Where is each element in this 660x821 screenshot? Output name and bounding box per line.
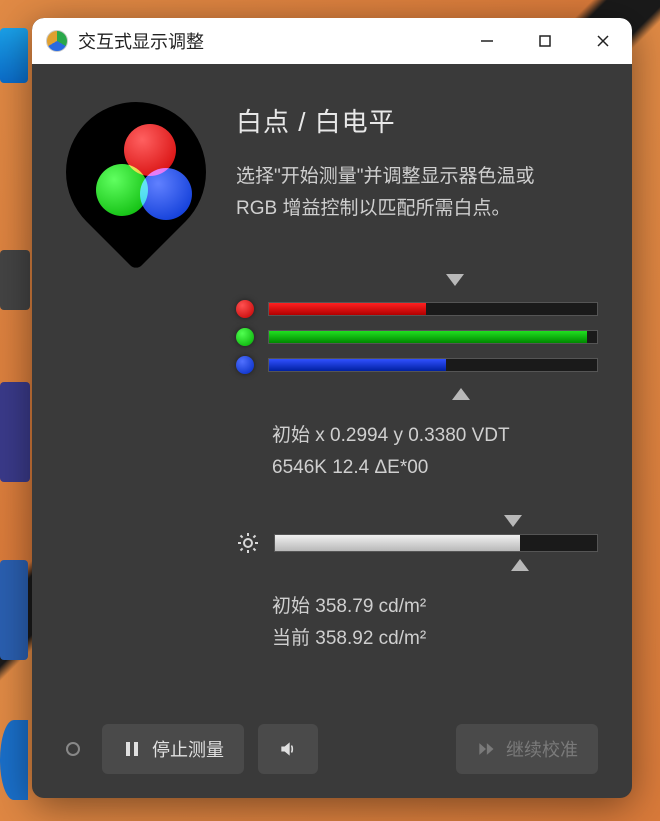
blue-dot-icon xyxy=(236,356,254,374)
green-dot-icon xyxy=(236,328,254,346)
green-fill xyxy=(269,331,587,343)
maximize-button[interactable] xyxy=(516,18,574,64)
status-indicator-icon xyxy=(66,742,80,756)
rgb-sliders xyxy=(236,272,598,402)
target-marker-icon xyxy=(446,274,464,286)
desktop-icon xyxy=(0,250,30,310)
blue-slider[interactable] xyxy=(236,356,598,374)
continue-calibrate-button[interactable]: 继续校准 xyxy=(456,724,598,774)
target-marker-icon xyxy=(504,515,522,527)
red-slider[interactable] xyxy=(236,300,598,318)
readout-line: 当前 358.92 cd/m² xyxy=(272,623,598,655)
desktop-icon xyxy=(0,382,30,482)
button-label: 继续校准 xyxy=(506,736,578,762)
content-area: 白点 / 白电平 选择"开始测量"并调整显示器色温或 RGB 增益控制以匹配所需… xyxy=(32,64,632,798)
desc-line: RGB 增益控制以匹配所需白点。 xyxy=(236,193,598,225)
pause-icon xyxy=(122,739,142,759)
speaker-icon xyxy=(278,739,298,759)
readout-line: 初始 x 0.2994 y 0.3380 VDT xyxy=(272,420,598,452)
window-title: 交互式显示调整 xyxy=(78,28,458,54)
sound-button[interactable] xyxy=(258,724,318,774)
readout-line: 初始 358.79 cd/m² xyxy=(272,591,598,623)
red-fill xyxy=(269,303,426,315)
current-marker-icon xyxy=(511,559,529,571)
play-forward-icon xyxy=(476,739,496,759)
close-button[interactable] xyxy=(574,18,632,64)
desc-line: 选择"开始测量"并调整显示器色温或 xyxy=(236,161,598,193)
minimize-button[interactable] xyxy=(458,18,516,64)
current-marker-icon xyxy=(452,388,470,400)
brightness-fill xyxy=(275,535,520,551)
app-icon xyxy=(46,30,68,52)
button-label: 停止测量 xyxy=(152,736,224,762)
whitepoint-readout: 初始 x 0.2994 y 0.3380 VDT 6546K 12.4 ΔE*0… xyxy=(272,420,598,485)
calibration-window: 交互式显示调整 白点 / 白电平 选择"开始测量"并调整显示器色温或 RGB 增… xyxy=(32,18,632,798)
titlebar[interactable]: 交互式显示调整 xyxy=(32,18,632,64)
desktop-icon xyxy=(0,720,28,800)
brightness-slider[interactable] xyxy=(236,531,598,555)
red-dot-icon xyxy=(236,300,254,318)
desktop-icon xyxy=(0,28,28,83)
stop-measure-button[interactable]: 停止测量 xyxy=(102,724,244,774)
rgb-logo-icon xyxy=(66,102,206,242)
section-title: 白点 / 白电平 xyxy=(236,102,598,139)
brightness-block xyxy=(236,513,598,573)
brightness-readout: 初始 358.79 cd/m² 当前 358.92 cd/m² xyxy=(272,591,598,656)
readout-line: 6546K 12.4 ΔE*00 xyxy=(272,452,598,484)
blue-fill xyxy=(269,359,446,371)
section-description: 选择"开始测量"并调整显示器色温或 RGB 增益控制以匹配所需白点。 xyxy=(236,161,598,226)
bottom-toolbar: 停止测量 继续校准 xyxy=(66,704,598,774)
brightness-icon xyxy=(236,531,260,555)
green-slider[interactable] xyxy=(236,328,598,346)
desktop-icon xyxy=(0,560,28,660)
